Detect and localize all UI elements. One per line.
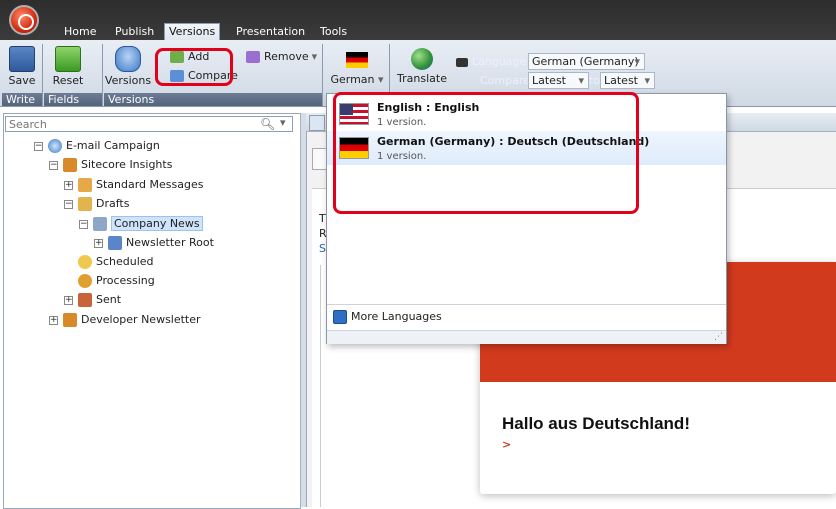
chevron-down-icon: ▾ [578,74,584,87]
expand-icon[interactable]: + [64,180,73,190]
tree-item-label: Scheduled [96,255,154,268]
preview-border [320,265,321,507]
clock-icon [78,255,92,269]
tree-icon [108,236,122,250]
language-select[interactable]: German (Germany) ▾ [528,53,645,70]
tree-item-label: Sent [96,293,122,306]
tree-item-company-news[interactable]: − Company News [79,214,203,233]
tree-item-label: Drafts [96,197,130,210]
to-label: to [589,74,601,87]
tree-item-sitecore-insights[interactable]: − Sitecore Insights [49,155,172,174]
users-icon [63,158,77,172]
info-icon [333,310,347,324]
separator [102,44,103,106]
field-link-s[interactable]: S [319,242,326,255]
group-write: Write [2,93,42,106]
globe-icon [411,48,433,70]
tree-item-processing[interactable]: Processing [78,271,155,290]
versions-stack-icon [115,46,141,72]
reset-button-label: Reset [52,74,84,87]
to-select[interactable]: Latest ▾ [600,72,655,89]
application-orb-button[interactable] [9,5,39,35]
tree-item-label: Company News [111,216,203,231]
globe-icon [48,139,62,153]
tree-item-newsletter-root[interactable]: + Newsletter Root [94,233,214,252]
tree-item-label: Sitecore Insights [81,158,173,171]
tab-publish[interactable]: Publish [111,24,158,40]
chevron-down-icon[interactable]: ▾ [280,116,286,129]
resize-grip-icon[interactable]: ⋰ [714,332,723,342]
chevron-down-icon: ▾ [644,74,650,87]
email-heading: Hallo aus Deutschland! [502,414,690,433]
separator [322,44,323,106]
tree-item-sent[interactable]: + Sent [64,290,121,309]
language-field-label: Language [472,55,527,68]
remove-icon [246,51,260,63]
floppy-disk-icon [9,46,35,72]
tab-home[interactable]: Home [60,24,100,40]
more-languages-label: More Languages [351,310,442,323]
tree-item-standard-messages[interactable]: + Standard Messages [64,175,203,194]
language-list-icon [456,57,468,67]
sent-icon [78,293,92,307]
tree-item-drafts[interactable]: − Drafts [64,194,129,213]
compare-field-label: Compare [480,74,530,87]
highlight-box-language-options [333,92,639,214]
group-versions: Versions [104,93,322,106]
to-select-value: Latest [604,74,638,87]
highlight-box-add-compare [155,48,233,86]
folder-icon [78,197,92,211]
remove-label: Remove [264,50,309,63]
tree-item-label: Processing [96,274,155,287]
users-icon [63,313,77,327]
dropdown-resize-bar [327,330,726,344]
versions-button[interactable]: Versions [104,46,152,87]
tree-item-label: E-mail Campaign [66,139,160,152]
expand-icon[interactable]: + [49,315,58,325]
collapse-icon[interactable]: − [64,199,73,209]
compare-select[interactable]: Latest ▾ [528,72,589,89]
chevron-down-icon: ▾ [374,73,384,86]
tree-item-label: Developer Newsletter [81,313,201,326]
read-more-link[interactable]: > [502,438,511,451]
folder-icon [78,178,92,192]
more-languages-button[interactable]: More Languages [327,305,726,329]
tree-item-scheduled[interactable]: Scheduled [78,252,154,271]
compare-select-value: Latest [532,74,566,87]
checkmark-icon [55,46,81,72]
field-label-t: T [319,212,326,225]
gears-icon [78,274,92,288]
german-flag-icon [346,52,368,68]
versions-button-label: Versions [104,74,152,87]
tree-item-email-campaign[interactable]: − E-mail Campaign [34,136,160,155]
chevron-down-icon: ▾ [311,50,318,63]
tab-tools[interactable]: Tools [316,24,351,40]
search-input[interactable] [5,116,293,132]
collapse-icon[interactable]: − [49,160,58,170]
reset-button[interactable]: Reset [48,46,88,87]
search-icon[interactable]: 🔍︎ [260,117,275,131]
group-fields: Fields [44,93,102,106]
envelope-icon [93,217,107,231]
save-button[interactable]: Save [6,46,38,87]
tree-item-label: Standard Messages [96,178,204,191]
language-button[interactable]: German ▾ [329,48,385,86]
collapse-icon[interactable]: − [34,141,43,151]
translate-label: Translate [397,72,447,85]
chevron-down-icon: ▾ [634,55,640,68]
language-field: Language [456,55,526,69]
tree-item-label: Newsletter Root [126,236,214,249]
collapse-icon[interactable]: − [79,219,88,229]
translate-button[interactable]: Translate [394,48,450,85]
language-select-value: German (Germany) [532,55,639,68]
save-button-label: Save [8,74,36,87]
editor-tab-icon[interactable] [309,115,325,131]
expand-icon[interactable]: + [64,295,73,305]
remove-version-button[interactable]: Remove ▾ [246,50,317,64]
expand-icon[interactable]: + [94,238,103,248]
tree-item-developer-newsletter[interactable]: + Developer Newsletter [49,310,201,329]
language-button-label: German [330,73,375,86]
separator [42,44,43,106]
tab-presentation[interactable]: Presentation [232,24,309,40]
